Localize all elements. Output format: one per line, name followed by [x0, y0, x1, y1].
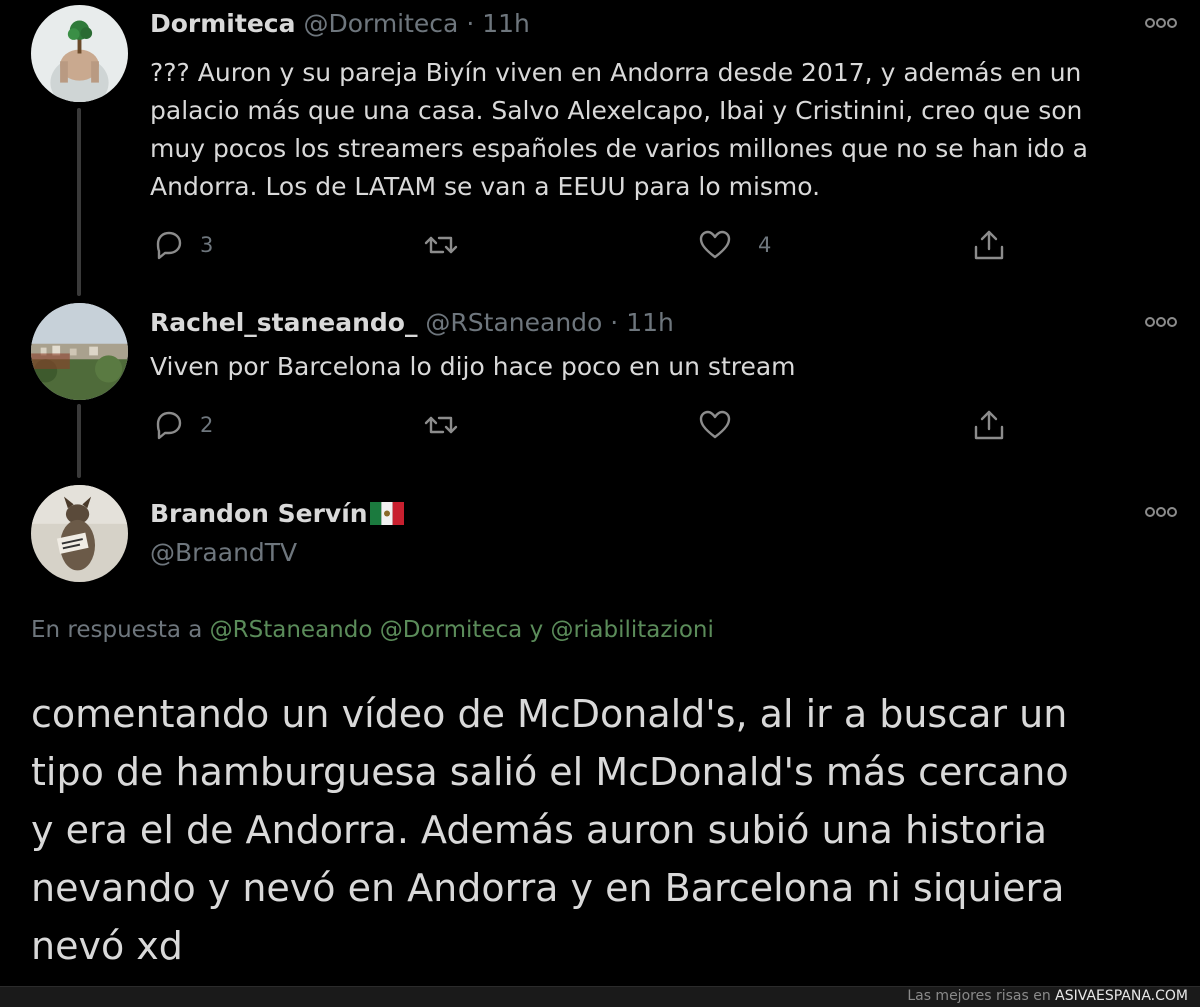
reply-prefix: En respuesta a — [31, 617, 203, 643]
mexico-flag-icon — [369, 502, 404, 525]
thread-connector — [77, 108, 81, 296]
tweet-header: Rachel_staneando_ @RStaneando · 11h — [150, 306, 674, 340]
watermark-bar: Las mejores risas en ASIVAESPANA.COM — [0, 986, 1200, 1007]
reply-button[interactable]: 3 — [150, 225, 213, 265]
display-name[interactable]: Dormiteca — [150, 9, 295, 38]
share-icon — [974, 410, 1004, 440]
share-icon — [974, 230, 1004, 260]
reply-icon — [156, 231, 182, 260]
tweet-actions: 2 — [150, 405, 1030, 445]
main-text-line: y era el de Andorra. Además auron subió … — [31, 808, 1048, 852]
share-button[interactable] — [972, 225, 1006, 265]
tweet-text-line: ??? Auron y su pareja Biyín viven en And… — [150, 58, 1082, 87]
retweet-icon — [424, 236, 458, 254]
reply-button[interactable]: 2 — [150, 405, 213, 445]
main-text-line: nevando y nevó en Andorra y en Barcelona… — [31, 866, 1065, 910]
tweet-header-handle: @BraandTV — [150, 536, 297, 570]
tweet-text-line: Viven por Barcelona lo dijo hace poco en… — [150, 352, 796, 381]
mention-link[interactable]: @RStaneando — [210, 617, 373, 643]
watermark-prefix: Las mejores risas en — [907, 988, 1051, 1004]
tweet-text-line: palacio más que una casa. Salvo Alexelca… — [150, 96, 1083, 125]
mention-link[interactable]: @Dormiteca — [380, 617, 523, 643]
main-text-line: comentando un vídeo de McDonald's, al ir… — [31, 692, 1068, 736]
heart-icon — [699, 230, 731, 259]
tweet-header: Brandon Servín — [150, 497, 404, 531]
watermark-text: Las mejores risas en ASIVAESPANA.COM — [907, 988, 1188, 1004]
tweet-header: Dormiteca @Dormiteca · 11h — [150, 7, 530, 41]
reply-count: 3 — [200, 233, 214, 257]
avatar-image — [31, 5, 128, 102]
heart-icon — [699, 410, 731, 439]
replying-to: En respuesta a @RStaneando @Dormiteca y … — [31, 617, 714, 643]
separator-dot: · — [466, 9, 475, 38]
avatar-image — [31, 485, 128, 582]
user-handle[interactable]: @BraandTV — [150, 538, 297, 567]
main-text-line: tipo de hamburguesa salió el McDonald's … — [31, 750, 1069, 794]
like-button[interactable] — [698, 405, 732, 445]
timestamp[interactable]: 11h — [626, 308, 674, 337]
user-handle[interactable]: @RStaneando — [425, 308, 602, 337]
display-name[interactable]: Rachel_staneando_ — [150, 308, 417, 337]
mention-joiner: y — [529, 617, 544, 643]
main-text-line: nevó xd — [31, 924, 183, 968]
mention-link[interactable]: @riabilitazioni — [551, 617, 714, 643]
reply-count: 2 — [200, 413, 214, 437]
avatar[interactable] — [31, 485, 128, 582]
tweet-actions: 3 4 — [150, 225, 1030, 265]
separator-dot: · — [610, 308, 619, 337]
retweet-icon — [424, 416, 458, 434]
more-options-icon[interactable] — [1144, 505, 1178, 519]
retweet-button[interactable] — [424, 405, 458, 445]
avatar[interactable] — [31, 5, 128, 102]
watermark-brand[interactable]: ASIVAESPANA.COM — [1055, 988, 1188, 1004]
retweet-button[interactable] — [424, 225, 458, 265]
more-options-icon[interactable] — [1144, 315, 1178, 329]
tweet-text-line: Andorra. Los de LATAM se van a EEUU para… — [150, 172, 821, 201]
thread-connector — [77, 404, 81, 478]
reply-icon — [156, 411, 182, 440]
share-button[interactable] — [972, 405, 1006, 445]
like-button[interactable]: 4 — [698, 225, 771, 265]
display-name[interactable]: Brandon Servín — [150, 499, 368, 528]
user-handle[interactable]: @Dormiteca — [303, 9, 458, 38]
avatar-image — [31, 303, 128, 400]
timestamp[interactable]: 11h — [482, 9, 530, 38]
tweet-text: Viven por Barcelona lo dijo hace poco en… — [150, 348, 1160, 386]
like-count: 4 — [758, 233, 772, 257]
avatar[interactable] — [31, 303, 128, 400]
more-options-icon[interactable] — [1144, 16, 1178, 30]
tweet-text-line: muy pocos los streamers españoles de var… — [150, 134, 1088, 163]
tweet-text: ??? Auron y su pareja Biyín viven en And… — [150, 54, 1160, 206]
main-tweet-text: comentando un vídeo de McDonald's, al ir… — [31, 685, 1181, 975]
